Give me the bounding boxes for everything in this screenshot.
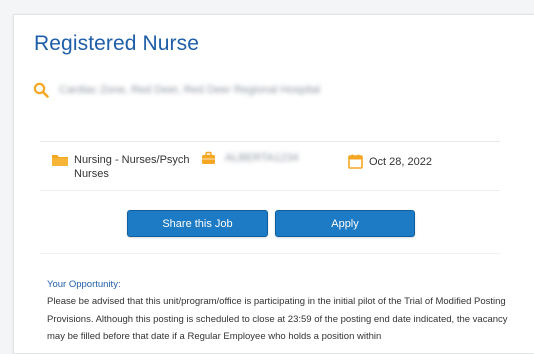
calendar-icon <box>348 154 363 169</box>
search-icon <box>33 82 49 98</box>
job-location: Cardiac Zone, Red Deer, Red Deer Regiona… <box>59 84 321 96</box>
share-job-button[interactable]: Share this Job <box>127 210 268 237</box>
briefcase-icon <box>202 151 215 164</box>
category-label: Nursing - Nurses/Psych Nurses <box>74 154 190 180</box>
posting-date: Oct 28, 2022 <box>348 154 432 169</box>
divider <box>40 253 500 254</box>
date-value: Oct 28, 2022 <box>369 156 432 168</box>
job-id-value: ALBERTA1234 <box>225 152 299 164</box>
job-title: Registered Nurse <box>34 32 200 55</box>
opportunity-heading: Your Opportunity: <box>47 279 121 290</box>
apply-button[interactable]: Apply <box>275 210 415 237</box>
opportunity-body: Please be advised that this unit/program… <box>47 296 508 342</box>
location-row: Cardiac Zone, Red Deer, Red Deer Regiona… <box>33 82 320 98</box>
job-id: ALBERTA1234 <box>201 151 299 166</box>
divider <box>40 190 500 191</box>
folder-icon <box>52 155 68 166</box>
job-category: Nursing - Nurses/Psych Nurses <box>51 153 194 181</box>
divider <box>40 141 500 142</box>
opportunity-section: Your Opportunity: Please be advised that… <box>47 278 517 346</box>
